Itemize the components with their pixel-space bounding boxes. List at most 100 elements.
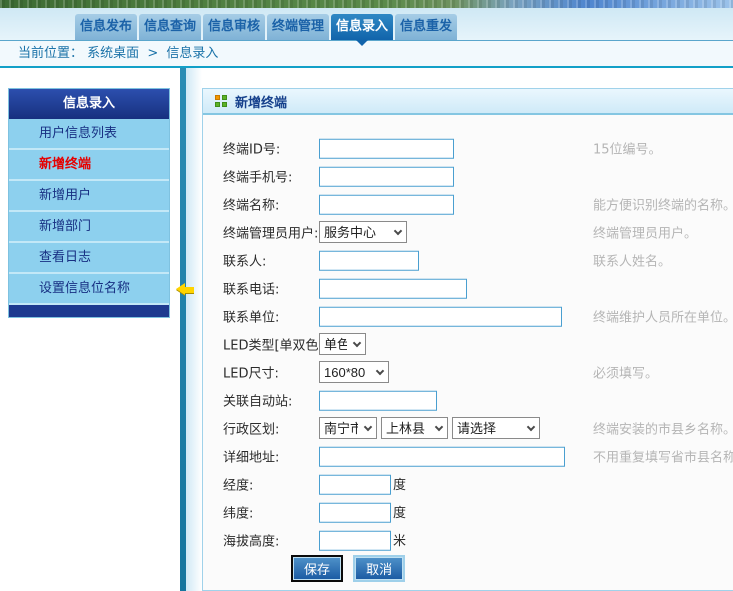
contact-phone-input[interactable] [319,278,467,298]
terminal-name-input[interactable] [319,194,454,214]
tab-info-entry[interactable]: 信息录入 [331,14,393,40]
tab-info-query[interactable]: 信息查询 [139,14,201,40]
latitude-label: 纬度: [223,503,253,522]
sidebar-item-add-terminal[interactable]: 新增终端 [9,150,169,181]
form-row-contact-org: 联系单位: 终端维护人员所在单位。 [203,302,733,330]
contact-person-hint: 联系人姓名。 [593,251,671,270]
led-size-hint: 必须填写。 [593,363,658,382]
admin-region-select-1[interactable]: 南宁市 [319,417,377,439]
admin-region-select-2[interactable]: 上林县 [381,417,448,439]
content-area: 信息录入 用户信息列表新增终端新增用户新增部门查看日志设置信息位名称 新增终端 … [0,68,733,591]
led-size-label: LED尺寸: [223,363,279,382]
led-type-select-wrap: 单色 [319,333,366,355]
detail-address-control [319,446,565,467]
longitude-label: 经度: [223,475,253,494]
longitude-input[interactable] [319,474,391,494]
form-row-linked-auto-station: 关联自动站: [203,386,733,414]
panel-divider [180,68,186,591]
admin-region-select-wrap: 上林县 [381,417,448,439]
contact-org-control [319,306,562,327]
form-row-admin-region: 行政区划: 南宁市上林县请选择 终端安装的市县乡名称。 [203,414,733,442]
contact-phone-control [319,278,467,299]
altitude-control: 米 [319,530,406,551]
admin-region-select-3[interactable]: 请选择 [452,417,540,439]
tab-info-resend[interactable]: 信息重发 [395,14,457,40]
contact-org-input[interactable] [319,306,562,326]
sidebar-item-view-log[interactable]: 查看日志 [9,243,169,274]
form-row-terminal-admin-user: 终端管理员用户:服务中心 终端管理员用户。 [203,218,733,246]
breadcrumb-current: 信息录入 [166,46,218,61]
form-row-detail-address: 详细地址:不用重复填写省市县名称。 [203,442,733,470]
longitude-unit: 度 [393,478,406,493]
linked-auto-station-label: 关联自动站: [223,391,292,410]
led-type-control: 单色 [319,333,370,355]
latitude-input[interactable] [319,502,391,522]
tab-info-publish[interactable]: 信息发布 [75,14,137,40]
save-button[interactable]: 保存 [293,557,341,580]
contact-org-hint: 终端维护人员所在单位。 [593,307,733,326]
terminal-id-input[interactable] [319,138,454,158]
sidebar-item-add-user[interactable]: 新增用户 [9,181,169,212]
terminal-name-control [319,194,454,215]
form-row-led-size: LED尺寸: 160*80 必须填写。 [203,358,733,386]
admin-region-hint: 终端安装的市县乡名称。 [593,419,733,438]
terminal-admin-user-select-wrap: 服务中心 [319,221,407,243]
terminal-admin-user-hint: 终端管理员用户。 [593,223,697,242]
breadcrumb-separator: > [147,46,158,61]
header-banner-image [0,0,733,8]
form-row-contact-phone: 联系电话: [203,274,733,302]
sidebar-title: 信息录入 [9,89,169,119]
led-size-select-wrap: 160*80 [319,361,389,383]
tab-terminal-manage[interactable]: 终端管理 [267,14,329,40]
altitude-input[interactable] [319,530,391,550]
form-actions: 保存 取消 [203,557,733,589]
panel-header: 新增终端 [203,89,733,115]
panel-title: 新增终端 [235,92,287,111]
sidebar-menu: 用户信息列表新增终端新增用户新增部门查看日志设置信息位名称 [9,119,169,305]
terminal-id-hint: 15位编号。 [593,139,662,158]
sidebar-item-set-infobit-name[interactable]: 设置信息位名称 [9,274,169,305]
altitude-unit: 米 [393,534,406,549]
led-size-select[interactable]: 160*80 [319,361,389,383]
top-nav: 信息发布信息查询信息审核终端管理信息录入信息重发 [0,8,733,40]
led-type-label: LED类型[单双色]: [223,335,328,354]
form-row-contact-person: 联系人:联系人姓名。 [203,246,733,274]
form-row-altitude: 海拔高度:米 [203,526,733,554]
form-row-latitude: 纬度: 度 [203,498,733,526]
contact-person-input[interactable] [319,250,419,270]
form-row-longitude: 经度: 度 [203,470,733,498]
terminal-id-label: 终端ID号: [223,139,280,158]
sidebar-item-add-department[interactable]: 新增部门 [9,212,169,243]
latitude-control: 度 [319,502,406,523]
contact-org-label: 联系单位: [223,307,279,326]
contact-person-control [319,250,419,271]
sidebar-footer-bar [9,305,169,317]
form-row-terminal-id: 终端ID号: 15位编号。 [203,134,733,162]
terminal-admin-user-select[interactable]: 服务中心 [319,221,407,243]
terminal-admin-user-control: 服务中心 [319,221,411,243]
collapse-arrow-icon[interactable] [176,283,196,296]
latitude-unit: 度 [393,506,406,521]
admin-region-label: 行政区划: [223,419,279,438]
admin-region-control: 南宁市上林县请选择 [319,417,544,439]
breadcrumb-link-desktop[interactable]: 系统桌面 [87,46,139,61]
terminal-id-control [319,138,454,159]
tab-info-audit[interactable]: 信息审核 [203,14,265,40]
led-type-select[interactable]: 单色 [319,333,366,355]
terminal-name-hint: 能方便识别终端的名称。 [593,195,733,214]
module-grid-icon [215,95,228,108]
longitude-control: 度 [319,474,406,495]
linked-auto-station-control [319,390,437,411]
sidebar: 信息录入 用户信息列表新增终端新增用户新增部门查看日志设置信息位名称 [8,88,170,318]
form-body: 终端ID号:15位编号。终端手机号:终端名称:能方便识别终端的名称。终端管理员用… [203,115,733,589]
form-row-led-type: LED类型[单双色]:单色 [203,330,733,358]
detail-address-input[interactable] [319,446,565,466]
form-row-terminal-name: 终端名称:能方便识别终端的名称。 [203,190,733,218]
sidebar-item-user-info-list[interactable]: 用户信息列表 [9,119,169,150]
detail-address-hint: 不用重复填写省市县名称。 [593,447,733,466]
breadcrumb-prefix: 当前位置： [18,46,83,61]
terminal-admin-user-label: 终端管理员用户: [223,223,318,242]
linked-auto-station-input[interactable] [319,390,437,410]
terminal-phone-input[interactable] [319,166,454,186]
cancel-button[interactable]: 取消 [355,557,403,580]
